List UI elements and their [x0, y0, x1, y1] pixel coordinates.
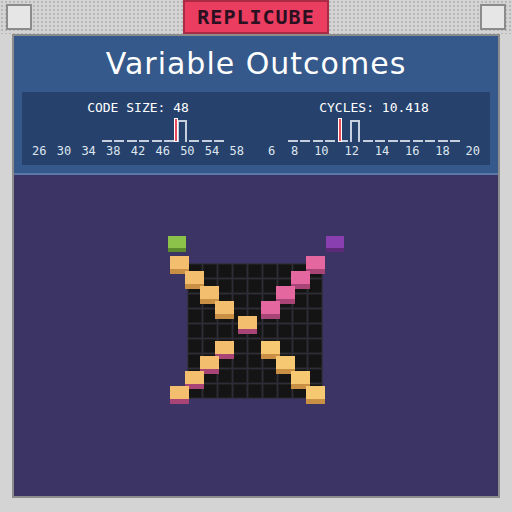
- histogram-bar: [400, 140, 410, 142]
- stat-histogram: CODE SIZE: 48 26 30 34 38 42 46 50 54 58: [32, 100, 244, 159]
- corner-box: [6, 4, 32, 30]
- axis-tick: 50: [180, 143, 194, 159]
- stat-histogram: CYCLES: 10.418 68 10 12 14 16 18 20: [268, 100, 480, 159]
- histogram-bin: [324, 116, 337, 142]
- histogram-bin: [374, 116, 387, 142]
- stat-label: CYCLES: 10.418: [268, 100, 480, 116]
- game-logo: REPLICUBE: [183, 0, 328, 34]
- axis-tick: 14: [375, 143, 389, 159]
- histogram-bin: [437, 116, 450, 142]
- histogram-bar: [189, 140, 199, 142]
- title-bar: REPLICUBE: [0, 0, 512, 34]
- histogram-bin: [412, 116, 425, 142]
- histogram-chart: [274, 116, 474, 143]
- histogram-bin: [126, 116, 139, 142]
- histogram-bin: [113, 116, 126, 142]
- histogram-bar: [139, 140, 149, 142]
- axis-tick: 10: [314, 143, 328, 159]
- histogram-bin: [424, 116, 437, 142]
- histogram-bin: [51, 116, 64, 142]
- histogram-chart: [38, 116, 238, 143]
- main-area: Variable Outcomes CODE SIZE: 48 26 30 34 38…: [12, 34, 500, 498]
- axis-tick: 30: [57, 143, 71, 159]
- histogram-bar: [325, 140, 335, 142]
- axis-tick: 46: [155, 143, 169, 159]
- histogram-bin: [399, 116, 412, 142]
- axis-tick: 54: [205, 143, 219, 159]
- histogram-bar: [425, 140, 435, 142]
- axis-tick: 26: [32, 143, 46, 159]
- histogram-bar: [450, 140, 460, 142]
- histogram-bin: [349, 116, 362, 142]
- histogram-bin: [213, 116, 226, 142]
- histogram-bar: [300, 140, 310, 142]
- histogram-bin: [274, 116, 287, 142]
- game-screen: REPLICUBE Variable Outcomes CODE SIZE: 4…: [0, 0, 512, 512]
- histogram-bin: [462, 116, 475, 142]
- histogram-bin: [88, 116, 101, 142]
- axis-tick: 16: [405, 143, 419, 159]
- histogram-bin: [299, 116, 312, 142]
- histogram-bin: [38, 116, 51, 142]
- histogram-bar: [375, 140, 385, 142]
- histogram-bin: [449, 116, 462, 142]
- histogram-bar: [288, 140, 298, 142]
- axis-tick: 42: [131, 143, 145, 159]
- score-marker: [174, 118, 178, 142]
- histogram-bin: [138, 116, 151, 142]
- voxel-cube-icon[interactable]: [156, 226, 356, 446]
- histogram-bar: [438, 140, 448, 142]
- puzzle-title: Variable Outcomes: [22, 44, 490, 84]
- histogram-bar: [127, 140, 137, 142]
- histogram-bar: [313, 140, 323, 142]
- score-marker: [338, 118, 342, 142]
- histogram-bar: [202, 140, 212, 142]
- histogram-bin: [76, 116, 89, 142]
- histogram-bar: [102, 140, 112, 142]
- histogram-bin: [312, 116, 325, 142]
- histogram-bar: [114, 140, 124, 142]
- cube-viewport[interactable]: [14, 175, 498, 496]
- axis-ticks: 26 30 34 38 42 46 50 54 58: [32, 143, 244, 159]
- histogram-bar: [164, 140, 174, 142]
- histogram-bar: [388, 140, 398, 142]
- histogram-bin: [287, 116, 300, 142]
- histogram-bin: [101, 116, 114, 142]
- results-panel: Variable Outcomes CODE SIZE: 48 26 30 34 38…: [14, 36, 498, 175]
- histogram-bar: [363, 140, 373, 142]
- histogram-bin: [151, 116, 164, 142]
- axis-tick: 58: [230, 143, 244, 159]
- histogram-bar: [350, 120, 360, 142]
- axis-tick: 38: [106, 143, 120, 159]
- histogram-bar: [152, 140, 162, 142]
- histogram-bin: [188, 116, 201, 142]
- histogram-bin: [63, 116, 76, 142]
- axis-tick: 12: [344, 143, 358, 159]
- histogram-bar: [214, 140, 224, 142]
- stats-panel: CODE SIZE: 48 26 30 34 38 42 46 50 54 58 CYCLES: …: [22, 92, 490, 165]
- histogram-bar: [413, 140, 423, 142]
- histogram-bin: [226, 116, 239, 142]
- axis-tick: 20: [466, 143, 480, 159]
- corner-box: [480, 4, 506, 30]
- histogram-bin: [387, 116, 400, 142]
- stat-label: CODE SIZE: 48: [32, 100, 244, 116]
- axis-tick: 6: [268, 143, 275, 159]
- axis-ticks: 68 10 12 14 16 18 20: [268, 143, 480, 159]
- axis-tick: 18: [435, 143, 449, 159]
- histogram-bin: [201, 116, 214, 142]
- histogram-bar: [177, 120, 187, 142]
- axis-tick: 34: [81, 143, 95, 159]
- axis-tick: 8: [291, 143, 298, 159]
- histogram-bin: [362, 116, 375, 142]
